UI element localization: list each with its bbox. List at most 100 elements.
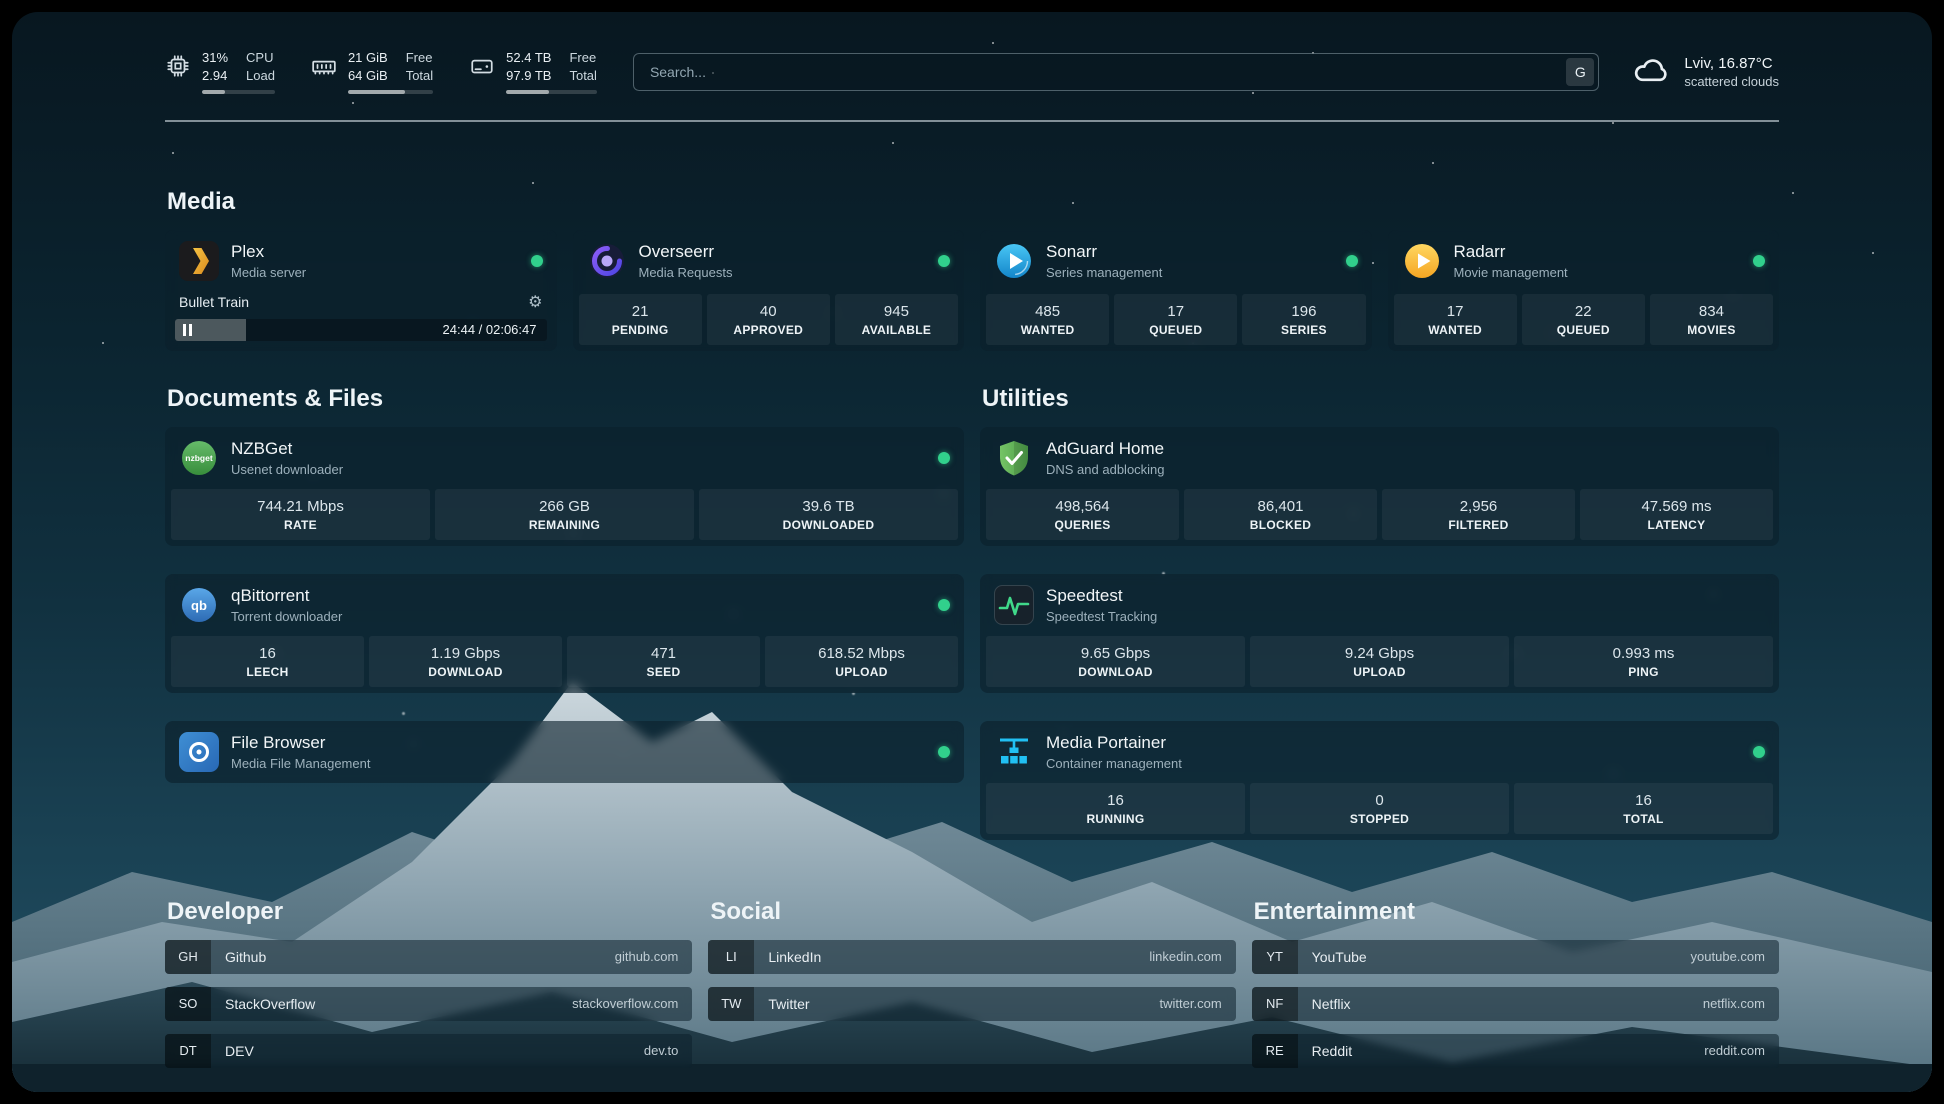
bookmark-netflix[interactable]: NF Netflix netflix.com [1252, 987, 1779, 1021]
stat-label: FILTERED [1386, 518, 1571, 532]
search-provider-button[interactable]: G [1566, 58, 1594, 86]
status-dot [531, 255, 543, 267]
service-name: Sonarr [1046, 242, 1334, 262]
stat-ping: 0.993 ms PING [1514, 636, 1773, 687]
status-dot [1753, 255, 1765, 267]
service-card-sonarr[interactable]: Sonarr Series management 485 WANTED 17 Q… [980, 230, 1372, 351]
bookmark-linkedin[interactable]: LI LinkedIn linkedin.com [708, 940, 1235, 974]
gear-icon[interactable]: ⚙ [528, 292, 542, 312]
dev-abbr-icon: DT [165, 1034, 211, 1068]
stat-label: DOWNLOADED [703, 518, 954, 532]
stat-value: 9.24 Gbps [1254, 645, 1505, 662]
stat-wanted: 485 WANTED [986, 294, 1109, 345]
bookmark-url: dev.to [644, 1043, 678, 1058]
service-subtitle: Media server [231, 265, 519, 280]
service-card-overseerr[interactable]: Overseerr Media Requests 21 PENDING 40 A… [573, 230, 965, 351]
sonarr-icon [994, 241, 1034, 281]
stat-label: QUEUED [1118, 323, 1233, 337]
bookmark-label: LinkedIn [768, 949, 821, 965]
bookmark-label: Netflix [1312, 996, 1351, 1012]
stat-value: 266 GB [439, 498, 690, 515]
netflix-abbr-icon: NF [1252, 987, 1298, 1021]
search-bar: G [633, 53, 1599, 91]
bookmark-url: github.com [615, 949, 679, 964]
bookmark-stackoverflow[interactable]: SO StackOverflow stackoverflow.com [165, 987, 692, 1021]
stat-pending: 21 PENDING [579, 294, 702, 345]
linkedin-abbr-icon: LI [708, 940, 754, 974]
stat-leech: 16 LEECH [171, 636, 364, 687]
service-card-qbittorrent[interactable]: qb qBittorrent Torrent downloader 16 [165, 574, 964, 693]
stat-value: 471 [571, 645, 756, 662]
cpu-usage-label: CPU [246, 50, 275, 67]
now-playing-title: Bullet Train [179, 294, 249, 310]
service-card-nzbget[interactable]: nzbget NZBGet Usenet downloader 744.21 M… [165, 427, 964, 546]
bookmark-twitter[interactable]: TW Twitter twitter.com [708, 987, 1235, 1021]
cpu-progress-bar [202, 90, 275, 94]
weather-widget: Lviv, 16.87°C scattered clouds [1632, 54, 1779, 89]
playback-time: 24:44 / 02:06:47 [443, 322, 537, 337]
service-subtitle: Movie management [1454, 265, 1742, 280]
status-dot [938, 452, 950, 464]
service-name: File Browser [231, 733, 926, 753]
service-name: AdGuard Home [1046, 439, 1765, 459]
bookmark-label: Github [225, 949, 266, 965]
disk-widget: 52.4 TB 97.9 TB Free Total [469, 50, 597, 94]
service-card-speedtest[interactable]: Speedtest Speedtest Tracking 9.65 Gbps D… [980, 574, 1779, 693]
stat-downloaded: 39.6 TB DOWNLOADED [699, 489, 958, 540]
stat-latency: 47.569 ms LATENCY [1580, 489, 1773, 540]
stat-label: UPLOAD [769, 665, 954, 679]
top-bar: 31% 2.94 CPU Load [165, 50, 1779, 94]
bookmark-github[interactable]: GH Github github.com [165, 940, 692, 974]
stat-value: 498,564 [990, 498, 1175, 515]
github-abbr-icon: GH [165, 940, 211, 974]
stat-value: 0.993 ms [1518, 645, 1769, 662]
plex-icon [179, 241, 219, 281]
service-subtitle: Media File Management [231, 756, 926, 771]
cpu-icon [165, 53, 191, 84]
stat-label: UPLOAD [1254, 665, 1505, 679]
service-subtitle: DNS and adblocking [1046, 462, 1765, 477]
service-subtitle: Speedtest Tracking [1046, 609, 1765, 624]
stat-value: 485 [990, 303, 1105, 320]
pause-icon[interactable] [183, 324, 192, 336]
stat-value: 16 [175, 645, 360, 662]
bookmark-reddit[interactable]: RE Reddit reddit.com [1252, 1034, 1779, 1068]
stat-label: QUEUED [1526, 323, 1641, 337]
disk-total-label: Total [569, 68, 596, 85]
stat-value: 196 [1246, 303, 1361, 320]
stat-label: TOTAL [1518, 812, 1769, 826]
stat-seed: 471 SEED [567, 636, 760, 687]
search-input[interactable] [633, 53, 1599, 91]
section-title-media: Media [167, 188, 1779, 216]
service-subtitle: Media Requests [639, 265, 927, 280]
stat-upload: 9.24 Gbps UPLOAD [1250, 636, 1509, 687]
stat-label: SERIES [1246, 323, 1361, 337]
status-dot [938, 746, 950, 758]
stat-value: 945 [839, 303, 954, 320]
service-card-plex[interactable]: Plex Media server Bullet Train ⚙ [165, 230, 557, 351]
service-card-adguard[interactable]: AdGuard Home DNS and adblocking 498,564 … [980, 427, 1779, 546]
service-card-radarr[interactable]: Radarr Movie management 17 WANTED 22 QUE… [1388, 230, 1780, 351]
stat-label: LEECH [175, 665, 360, 679]
bookmark-url: stackoverflow.com [572, 996, 678, 1011]
service-card-filebrowser[interactable]: File Browser Media File Management [165, 721, 964, 783]
svg-text:qb: qb [191, 598, 207, 613]
bookmark-youtube[interactable]: YT YouTube youtube.com [1252, 940, 1779, 974]
stat-value: 1.19 Gbps [373, 645, 558, 662]
service-card-portainer[interactable]: Media Portainer Container management 16 … [980, 721, 1779, 840]
stat-blocked: 86,401 BLOCKED [1184, 489, 1377, 540]
stat-label: WANTED [990, 323, 1105, 337]
stat-remaining: 266 GB REMAINING [435, 489, 694, 540]
stat-value: 834 [1654, 303, 1769, 320]
status-dot [938, 255, 950, 267]
twitter-abbr-icon: TW [708, 987, 754, 1021]
memory-icon [311, 53, 337, 84]
stat-value: 9.65 Gbps [990, 645, 1241, 662]
bookmark-dev[interactable]: DT DEV dev.to [165, 1034, 692, 1068]
stat-label: SEED [571, 665, 756, 679]
stat-download: 1.19 Gbps DOWNLOAD [369, 636, 562, 687]
stat-value: 39.6 TB [703, 498, 954, 515]
adguard-icon [994, 438, 1034, 478]
stat-label: DOWNLOAD [990, 665, 1241, 679]
bookmark-label: Reddit [1312, 1043, 1352, 1059]
